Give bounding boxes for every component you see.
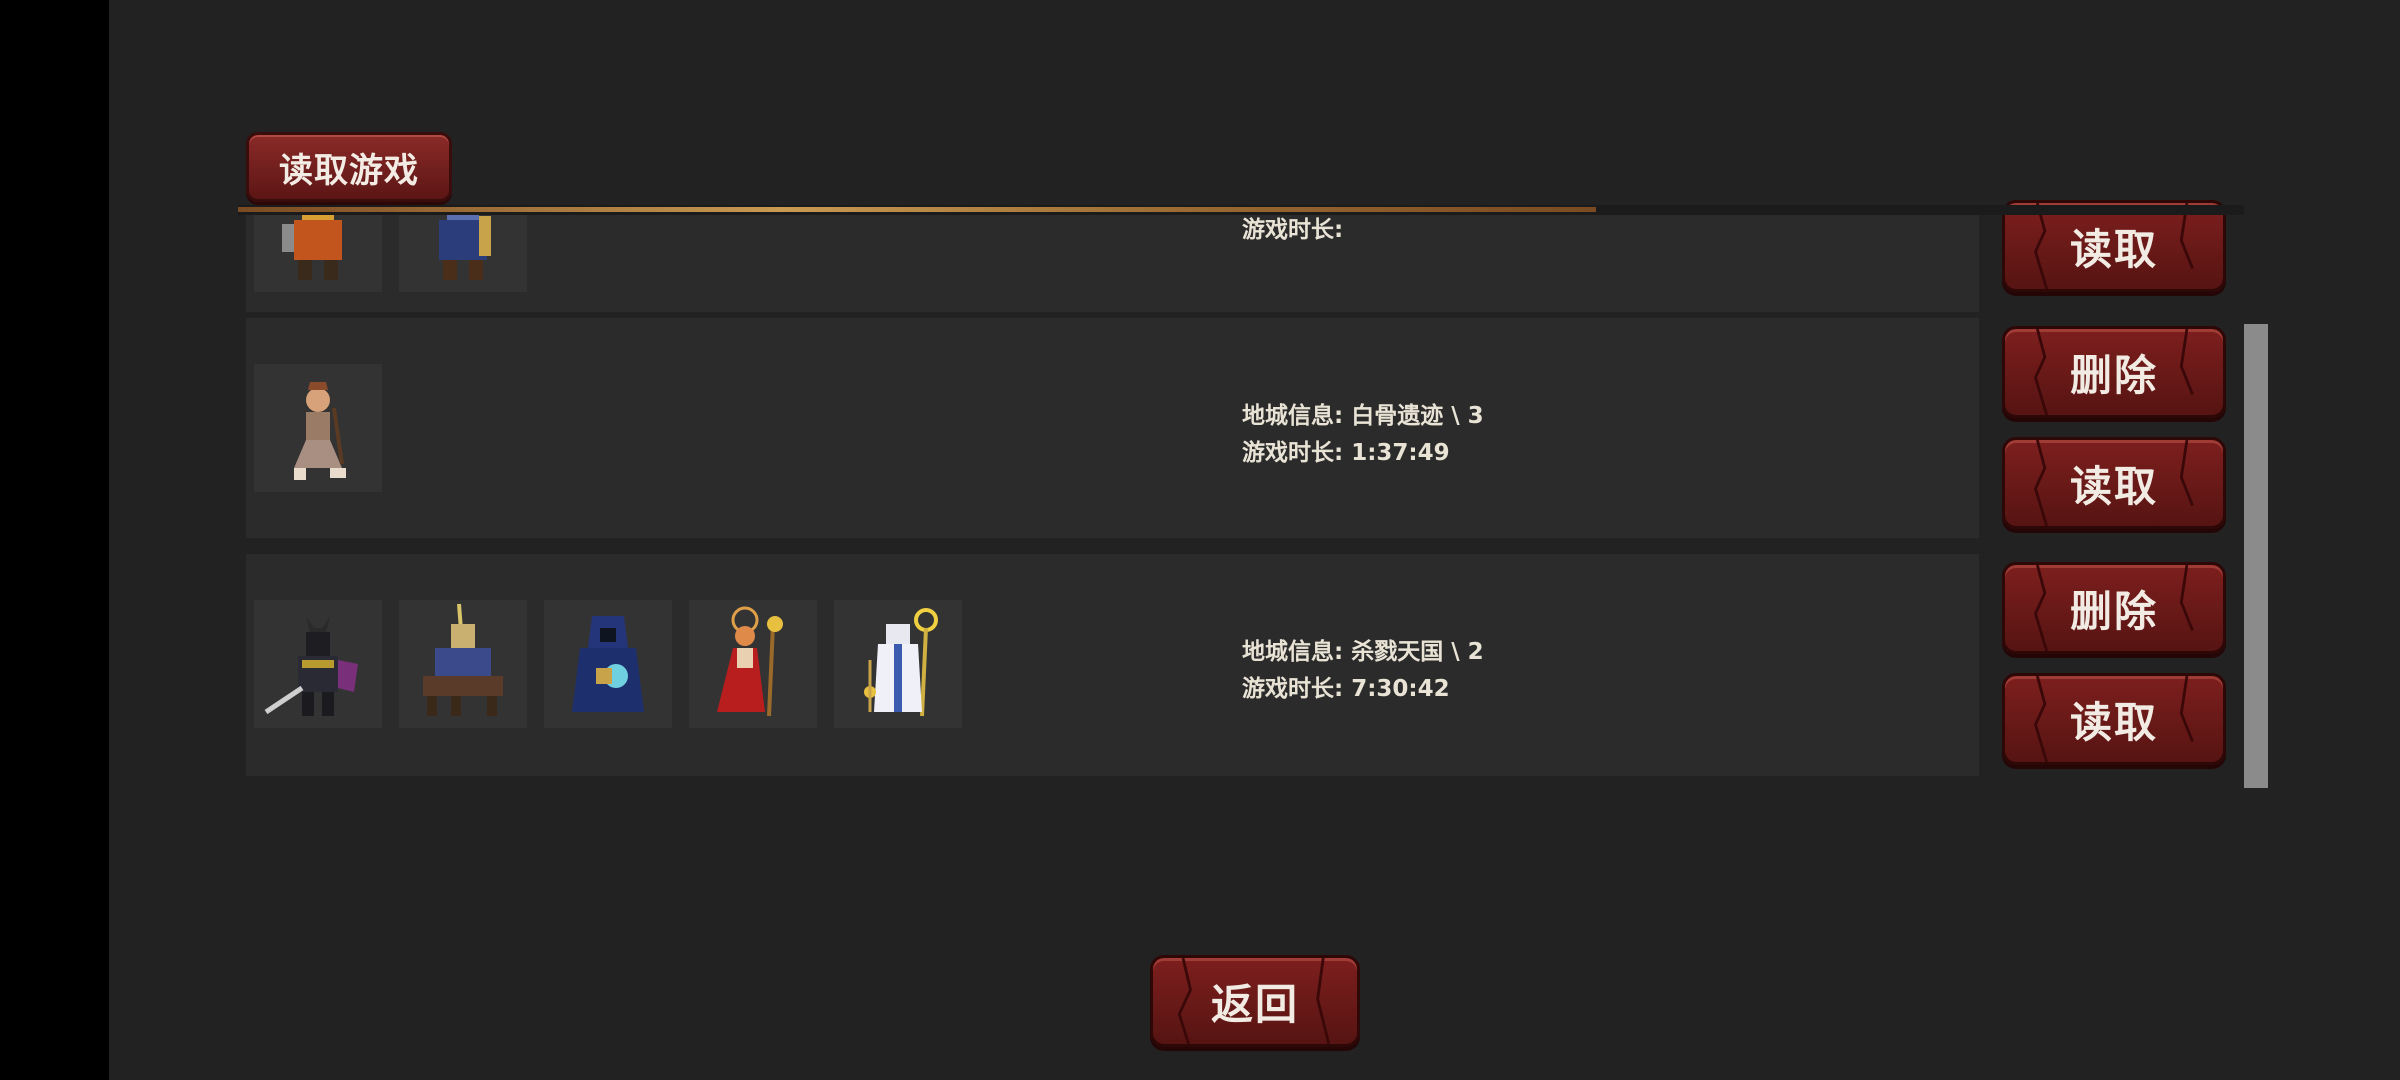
page-title-text: 读取游戏: [279, 150, 419, 191]
dungeon-info-value: 白骨遗迹 \ 3: [1351, 403, 1484, 429]
delete-button[interactable]: 删除: [2002, 326, 2226, 418]
lancer-knight-icon: [399, 600, 527, 728]
blue-knight-icon: [399, 212, 527, 292]
dungeon-info-label: 地城信息:: [1242, 639, 1344, 665]
save-slot-2: 地城信息: 白骨遗迹 \ 3 游戏时长: 1:37:49: [246, 318, 1979, 538]
delete-button-label: 删除: [2069, 350, 2158, 400]
orange-knight-icon: [254, 212, 382, 292]
white-priest-icon: [834, 600, 962, 728]
play-time-line: 游戏时长:: [1242, 212, 1343, 249]
load-button-label: 读取: [2069, 461, 2158, 511]
blue-mage-icon: [544, 600, 672, 728]
play-time-label: 游戏时长:: [1242, 217, 1344, 243]
page-title: 读取游戏: [246, 132, 452, 202]
party-portraits: [254, 364, 382, 492]
save-info: 地城信息: 杀戮天国 \ 2 游戏时长: 7:30:42: [1242, 634, 1484, 708]
dark-knight-icon: [254, 600, 382, 728]
delete-button[interactable]: 删除: [2002, 562, 2226, 654]
play-time-value: 1:37:49: [1351, 440, 1450, 466]
save-slot-3: 地城信息: 杀戮天国 \ 2 游戏时长: 7:30:42: [246, 554, 1979, 776]
play-time-label: 游戏时长:: [1242, 676, 1344, 702]
load-button[interactable]: 读取: [2002, 437, 2226, 529]
save-info: 地城信息: 白骨遗迹 \ 3 游戏时长: 1:37:49: [1242, 398, 1484, 472]
play-time-value: 7:30:42: [1351, 676, 1450, 702]
play-time-line: 游戏时长: 1:37:49: [1242, 435, 1484, 472]
play-time-label: 游戏时长:: [1242, 440, 1344, 466]
left-black-bar: [0, 0, 109, 1080]
dungeon-info-line: 地城信息: 杀戮天国 \ 2: [1242, 634, 1484, 671]
load-button-label: 读取: [2069, 697, 2158, 747]
back-button[interactable]: 返回: [1150, 955, 1360, 1047]
save-list[interactable]: 游戏时长: 地城信息: 白骨遗迹 \ 3 游戏时长: 1:37:49 地城信息:…: [238, 212, 2238, 792]
delete-button-label: 删除: [2069, 586, 2158, 636]
party-portraits: [254, 600, 962, 728]
archer-girl-icon: [254, 364, 382, 492]
save-slot-1: 游戏时长:: [246, 212, 1979, 312]
scrollbar[interactable]: [2244, 324, 2268, 788]
dungeon-info-line: 地城信息: 白骨遗迹 \ 3: [1242, 398, 1484, 435]
load-button-label: 读取: [2069, 224, 2158, 274]
back-button-label: 返回: [1210, 979, 1299, 1029]
dungeon-info-value: 杀戮天国 \ 2: [1351, 639, 1484, 665]
party-portraits: [254, 212, 527, 292]
title-underline: [238, 207, 1596, 212]
red-sorceress-icon: [689, 600, 817, 728]
play-time-line: 游戏时长: 7:30:42: [1242, 671, 1484, 708]
save-info: 游戏时长:: [1242, 212, 1343, 249]
load-button[interactable]: 读取: [2002, 673, 2226, 765]
dungeon-info-label: 地城信息:: [1242, 403, 1344, 429]
